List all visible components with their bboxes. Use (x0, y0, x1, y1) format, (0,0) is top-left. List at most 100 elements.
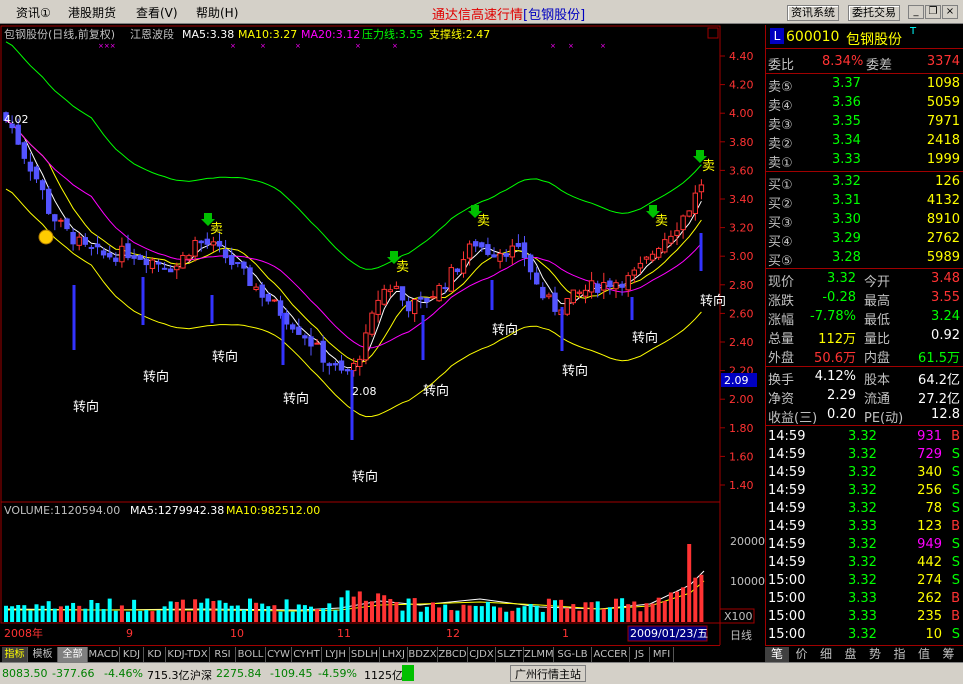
ask-volume: 5059 (926, 95, 960, 110)
kline-chart[interactable]: 包钢股份(日线,前复权) 江恩波段 MA5:3.38 MA10:3.27 MA2… (0, 25, 765, 645)
quote-tab-3[interactable]: 盘 (839, 647, 863, 662)
candle-body (534, 272, 540, 285)
indicator-tab-macd[interactable]: MACD (88, 647, 120, 662)
candle-body (314, 342, 320, 345)
indicator-tab-slzt[interactable]: SLZT (496, 647, 524, 662)
indicator-tab-全部[interactable]: 全部 (58, 647, 88, 662)
price-axis-label: 1.40 (729, 479, 754, 492)
candle-body (357, 358, 363, 367)
sell-signal-label: 卖 (702, 159, 715, 174)
volume-bar (485, 601, 490, 622)
candle-body (70, 231, 76, 245)
indicator-tab-cjdx[interactable]: CJDX (468, 647, 496, 662)
indicator-tab-sdlh[interactable]: SDLH (350, 647, 380, 662)
indicator-tab-lyjh[interactable]: LYJH (322, 647, 350, 662)
tick-price: 3.32 (848, 483, 877, 498)
indicator-tab-kdj[interactable]: KDJ (120, 647, 144, 662)
signal-markers: 转向转向转向转向转向转向转向转向转向转向卖卖卖 卖卖××× × × × × × × × × (38, 42, 726, 485)
candle-body (680, 215, 686, 231)
quote-panel: L 600010 包钢股份 T 委比 8.34% 委差 3374 卖⑤ 3.37 1… (765, 25, 963, 645)
turn-signal-label: 转向 (632, 330, 658, 346)
volume-bar (492, 606, 496, 622)
volume-bar (180, 599, 185, 622)
indicator-tab-模板[interactable]: 模板 (28, 647, 58, 662)
indicator-tab-lhxj[interactable]: LHXJ (380, 647, 408, 662)
menu-hk-futures[interactable]: 港股期货 (68, 4, 116, 20)
title-stock: [包钢股份] (523, 8, 586, 23)
bid-label: 买⑤ (768, 254, 793, 269)
quote-tab-6[interactable]: 值 (912, 647, 936, 662)
indicator-tab-cyht[interactable]: CYHT (292, 647, 322, 662)
pressure-line-label: 压力线:3.55 (362, 27, 423, 41)
menu-info[interactable]: 资讯① (16, 4, 51, 20)
station-name[interactable]: 广州行情主站 (510, 665, 586, 682)
fund-value: 27.2亿 (918, 392, 960, 407)
indicator-tab-accer[interactable]: ACCER (592, 647, 630, 662)
bid-label: 买① (768, 178, 793, 193)
close-icon[interactable]: × (942, 5, 958, 19)
turn-signal-label: 转向 (562, 363, 588, 379)
indicator-tab-指标[interactable]: 指标 (2, 647, 28, 662)
fund-label: PE(动) (864, 411, 904, 426)
quote-tab-2[interactable]: 细 (814, 647, 838, 662)
quote-tab-7[interactable]: 筹 (937, 647, 961, 662)
stat-row: 现价 3.32 今开 3.48 (766, 270, 963, 290)
fund-value: 0.20 (827, 407, 856, 422)
indicator-tab-kd[interactable]: KD (144, 647, 166, 662)
quote-tab-5[interactable]: 指 (888, 647, 912, 662)
candle-body (52, 214, 58, 222)
volume-bar (248, 598, 252, 622)
chart-stock-name: 包钢股份(日线,前复权) (4, 27, 115, 41)
quote-tab-0[interactable]: 笔 (765, 647, 789, 662)
kline-chart-area[interactable]: 包钢股份(日线,前复权) 江恩波段 MA5:3.38 MA10:3.27 MA2… (0, 25, 765, 645)
candle-body (143, 258, 150, 266)
indicator-tab-zlmm[interactable]: ZLMM (524, 647, 554, 662)
minimize-icon[interactable]: _ (908, 5, 924, 19)
volume-bar (406, 598, 411, 622)
volume-bar (321, 608, 326, 622)
quote-tab-1[interactable]: 价 (790, 647, 814, 662)
indicator-tab-kdj-tdx[interactable]: KDJ-TDX (166, 647, 210, 662)
indicator-tab-cyw[interactable]: CYW (266, 647, 292, 662)
restore-icon[interactable]: ❐ (925, 5, 941, 19)
turn-signal-label: 转向 (492, 322, 518, 338)
weibi-value: 8.34% (822, 54, 864, 69)
volume-bar (455, 610, 460, 622)
volume-bar (516, 607, 521, 622)
price-axis-label: 1.80 (729, 422, 754, 435)
signal-icon (402, 665, 414, 681)
indicator-tab-rsi[interactable]: RSI (210, 647, 236, 662)
event-marker-icon: ××× (98, 42, 116, 50)
price-axis-label: 4.20 (729, 79, 754, 92)
indicator-tab-sg-lb[interactable]: SG-LB (554, 647, 592, 662)
period-label[interactable]: 日线 (730, 628, 752, 642)
volume-bar (388, 598, 393, 622)
support-line (5, 188, 702, 418)
volume-bar (40, 605, 45, 622)
pane-max-icon[interactable] (707, 27, 719, 39)
menu-view[interactable]: 查看(V) (136, 4, 178, 20)
info-system-button[interactable]: 资讯系统 (787, 5, 839, 21)
stat-row: 总量 112万 量比 0.92 (766, 327, 963, 347)
candle-body (94, 243, 101, 248)
trade-button[interactable]: 委托交易 (848, 5, 900, 21)
volume-bar (58, 606, 63, 622)
indicator-tab-zbcd[interactable]: ZBCD (438, 647, 468, 662)
candle-body (216, 240, 223, 247)
indicator-tab-mfi[interactable]: MFI (650, 647, 674, 662)
stat-label: 总量 (768, 332, 795, 347)
volume-bar (443, 604, 448, 622)
quote-tab-4[interactable]: 势 (863, 647, 887, 662)
tick-price: 3.32 (848, 465, 877, 480)
volume-bar (565, 607, 570, 622)
volume-bar (168, 601, 173, 622)
stat-value: 61.5万 (918, 351, 960, 366)
indicator-tab-js[interactable]: JS (630, 647, 650, 662)
indicator-tab-bdzx[interactable]: BDZX (408, 647, 438, 662)
menu-help[interactable]: 帮助(H) (196, 4, 238, 20)
volume-bar (687, 544, 692, 622)
candle-body (637, 262, 644, 269)
volume-bar (272, 605, 277, 622)
indicator-tab-boll[interactable]: BOLL (236, 647, 266, 662)
volume-bar (504, 611, 509, 622)
